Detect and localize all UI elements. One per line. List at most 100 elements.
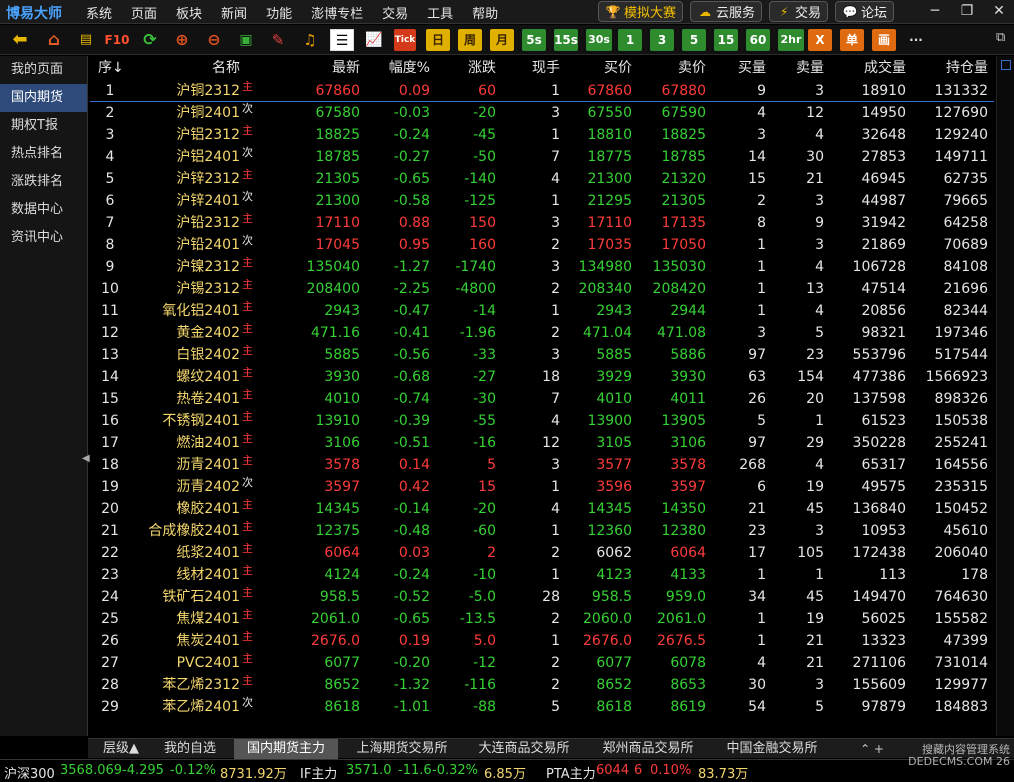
tab-scroll-controls[interactable]: ⌃ +: [860, 739, 884, 759]
bell-icon[interactable]: ♫: [298, 29, 322, 51]
pen-icon[interactable]: ✎: [266, 29, 290, 51]
menu-item-7[interactable]: 工具: [427, 3, 453, 22]
column-header-0[interactable]: 序↓: [92, 56, 128, 78]
period-button-7[interactable]: 3: [650, 29, 674, 51]
quick-button-0[interactable]: 🏆 模拟大赛: [598, 1, 684, 22]
chart-icon[interactable]: 📈: [362, 29, 386, 51]
table-row[interactable]: 21 合成橡胶2401 主 12375 -0.48 -60 1 12360 12380 23 3 10…: [90, 520, 994, 542]
f10-button[interactable]: F10: [104, 29, 130, 51]
back-arrow-icon[interactable]: ⬅: [8, 29, 32, 51]
sidebar-item-1[interactable]: 国内期货: [0, 84, 87, 112]
menu-item-5[interactable]: 澎博专栏: [311, 3, 363, 22]
table-row[interactable]: 23 线材2401 主 4124 -0.24 -10 1 4123 4133 1 1 113 178: [90, 564, 994, 586]
refresh-icon[interactable]: ⟳: [138, 29, 162, 51]
table-row[interactable]: 15 热卷2401 主 4010 -0.74 -30 7 4010 4011 26 20 137598…: [90, 388, 994, 410]
column-header-2[interactable]: 最新: [266, 56, 360, 78]
quick-button-3[interactable]: 💬 论坛: [835, 1, 895, 22]
table-row[interactable]: 5 沪锌2312 主 21305 -0.65 -140 4 21300 21320 15 21 469…: [90, 168, 994, 190]
scrollbar-thumb[interactable]: [1001, 60, 1011, 70]
fullscreen-icon[interactable]: ⧉: [996, 30, 1012, 48]
table-row[interactable]: 11 氧化铝2401 主 2943 -0.47 -14 1 2943 2944 1 4 20856 82…: [90, 300, 994, 322]
window-icon[interactable]: ▣: [234, 29, 258, 51]
table-row[interactable]: 18 沥青2401 主 3578 0.14 5 3 3577 3578 268 4 65317 1645…: [90, 454, 994, 476]
table-row[interactable]: 6 沪锌2401 次 21300 -0.58 -125 1 21295 21305 2 3 44987…: [90, 190, 994, 212]
zoom-in-icon[interactable]: ⊕: [170, 29, 194, 51]
table-row[interactable]: 3 沪铝2312 主 18825 -0.24 -45 1 18810 18825 3 4 32648 1…: [90, 124, 994, 146]
table-row[interactable]: 8 沪铅2401 次 17045 0.95 160 2 17035 17050 1 3 21869 70…: [90, 234, 994, 256]
hua-button[interactable]: 画: [872, 29, 896, 51]
table-row[interactable]: 1 沪铜2312 主 67860 0.09 60 1 67860 67880 9 3 18910 131…: [90, 80, 994, 102]
table-row[interactable]: 7 沪铅2312 主 17110 0.88 150 3 17110 17135 8 9 31942 64…: [90, 212, 994, 234]
column-header-5[interactable]: 现手: [496, 56, 560, 78]
dan-button[interactable]: 单: [840, 29, 864, 51]
column-header-10[interactable]: 成交量: [824, 56, 906, 78]
menu-item-4[interactable]: 功能: [266, 3, 292, 22]
column-header-9[interactable]: 卖量: [766, 56, 824, 78]
menu-item-0[interactable]: 系统: [86, 3, 112, 22]
sidebar-item-6[interactable]: 资讯中心: [0, 224, 87, 252]
period-button-1[interactable]: 周: [458, 29, 482, 51]
market-tab-4[interactable]: 大连商品交易所: [466, 739, 582, 759]
quick-button-2[interactable]: ⚡ 交易: [769, 1, 829, 22]
table-row[interactable]: 9 沪镍2312 主 135040 -1.27 -1740 3 134980 135030 1 4 1…: [90, 256, 994, 278]
tick-button[interactable]: Tick: [394, 29, 416, 51]
table-row[interactable]: 22 纸浆2401 主 6064 0.03 2 2 6062 6064 17 105 172438 20…: [90, 542, 994, 564]
period-button-11[interactable]: 2hr: [778, 29, 804, 51]
table-row[interactable]: 26 焦炭2401 主 2676.0 0.19 5.0 1 2676.0 2676.5 1 21 13…: [90, 630, 994, 652]
notes-icon[interactable]: ▤: [74, 29, 98, 51]
column-header-11[interactable]: 持仓量: [906, 56, 988, 78]
table-row[interactable]: 4 沪铝2401 次 18785 -0.27 -50 7 18775 18785 14 30 2785…: [90, 146, 994, 168]
sidebar-collapse-icon[interactable]: ◀: [82, 451, 90, 467]
vertical-scrollbar[interactable]: [996, 56, 1014, 736]
market-tab-1[interactable]: 我的自选: [154, 739, 226, 759]
menu-item-3[interactable]: 新闻: [221, 3, 247, 22]
table-row[interactable]: 28 苯乙烯2312 主 8652 -1.32 -116 2 8652 8653 30 3 15560…: [90, 674, 994, 696]
column-header-4[interactable]: 涨跌: [430, 56, 496, 78]
sidebar-item-5[interactable]: 数据中心: [0, 196, 87, 224]
column-header-1[interactable]: 名称: [132, 56, 240, 78]
period-button-10[interactable]: 60: [746, 29, 770, 51]
minimize-icon[interactable]: ─: [926, 2, 944, 20]
table-row[interactable]: 14 螺纹2401 主 3930 -0.68 -27 18 3929 3930 63 154 4773…: [90, 366, 994, 388]
period-button-6[interactable]: 1: [618, 29, 642, 51]
market-tab-2[interactable]: 国内期货主力: [234, 739, 338, 759]
period-button-3[interactable]: 5s: [522, 29, 546, 51]
table-row[interactable]: 17 燃油2401 主 3106 -0.51 -16 12 3105 3106 97 29 35022…: [90, 432, 994, 454]
table-row[interactable]: 13 白银2402 主 5885 -0.56 -33 3 5885 5886 97 23 553796…: [90, 344, 994, 366]
sidebar-item-2[interactable]: 期权T报: [0, 112, 87, 140]
market-tab-0[interactable]: 层级▲: [98, 739, 144, 759]
table-row[interactable]: 20 橡胶2401 主 14345 -0.14 -20 4 14345 14350 21 45 136…: [90, 498, 994, 520]
menu-item-8[interactable]: 帮助: [472, 3, 498, 22]
table-row[interactable]: 27 PVC2401 主 6077 -0.20 -12 2 6077 6078 4 21 271106…: [90, 652, 994, 674]
table-row[interactable]: 2 沪铜2401 次 67580 -0.03 -20 3 67550 67590 4 12 14950…: [90, 102, 994, 124]
sidebar-item-4[interactable]: 涨跌排名: [0, 168, 87, 196]
x-button[interactable]: X: [808, 29, 832, 51]
more-button[interactable]: ···: [904, 29, 928, 51]
table-row[interactable]: 10 沪锡2312 主 208400 -2.25 -4800 2 208340 208420 1 1…: [90, 278, 994, 300]
period-button-0[interactable]: 日: [426, 29, 450, 51]
column-header-8[interactable]: 买量: [706, 56, 766, 78]
sidebar-item-0[interactable]: 我的页面: [0, 56, 87, 84]
close-icon[interactable]: ✕: [990, 2, 1008, 20]
period-button-2[interactable]: 月: [490, 29, 514, 51]
period-button-4[interactable]: 15s: [554, 29, 578, 51]
menu-item-2[interactable]: 板块: [176, 3, 202, 22]
table-row[interactable]: 29 苯乙烯2401 次 8618 -1.01 -88 5 8618 8619 54 5 97879 1…: [90, 696, 994, 718]
column-header-3[interactable]: 幅度%: [360, 56, 430, 78]
market-tab-5[interactable]: 郑州商品交易所: [590, 739, 706, 759]
table-row[interactable]: 25 焦煤2401 主 2061.0 -0.65 -13.5 2 2060.0 2061.0 1 1…: [90, 608, 994, 630]
market-tab-3[interactable]: 上海期货交易所: [346, 739, 458, 759]
menu-item-6[interactable]: 交易: [382, 3, 408, 22]
maximize-icon[interactable]: ❐: [958, 2, 976, 20]
sidebar-item-3[interactable]: 热点排名: [0, 140, 87, 168]
period-button-8[interactable]: 5: [682, 29, 706, 51]
table-row[interactable]: 16 不锈钢2401 主 13910 -0.39 -55 4 13900 13905 5 1 6152…: [90, 410, 994, 432]
column-header-7[interactable]: 卖价: [632, 56, 706, 78]
menu-item-1[interactable]: 页面: [131, 3, 157, 22]
period-button-5[interactable]: 30s: [586, 29, 612, 51]
column-header-6[interactable]: 买价: [560, 56, 632, 78]
quote-table-icon[interactable]: ☰: [330, 29, 354, 51]
table-row[interactable]: 24 铁矿石2401 主 958.5 -0.52 -5.0 28 958.5 959.0 34 45…: [90, 586, 994, 608]
quick-button-1[interactable]: ☁ 云服务: [690, 1, 763, 22]
table-row[interactable]: 19 沥青2402 次 3597 0.42 15 1 3596 3597 6 19 49575 2353…: [90, 476, 994, 498]
